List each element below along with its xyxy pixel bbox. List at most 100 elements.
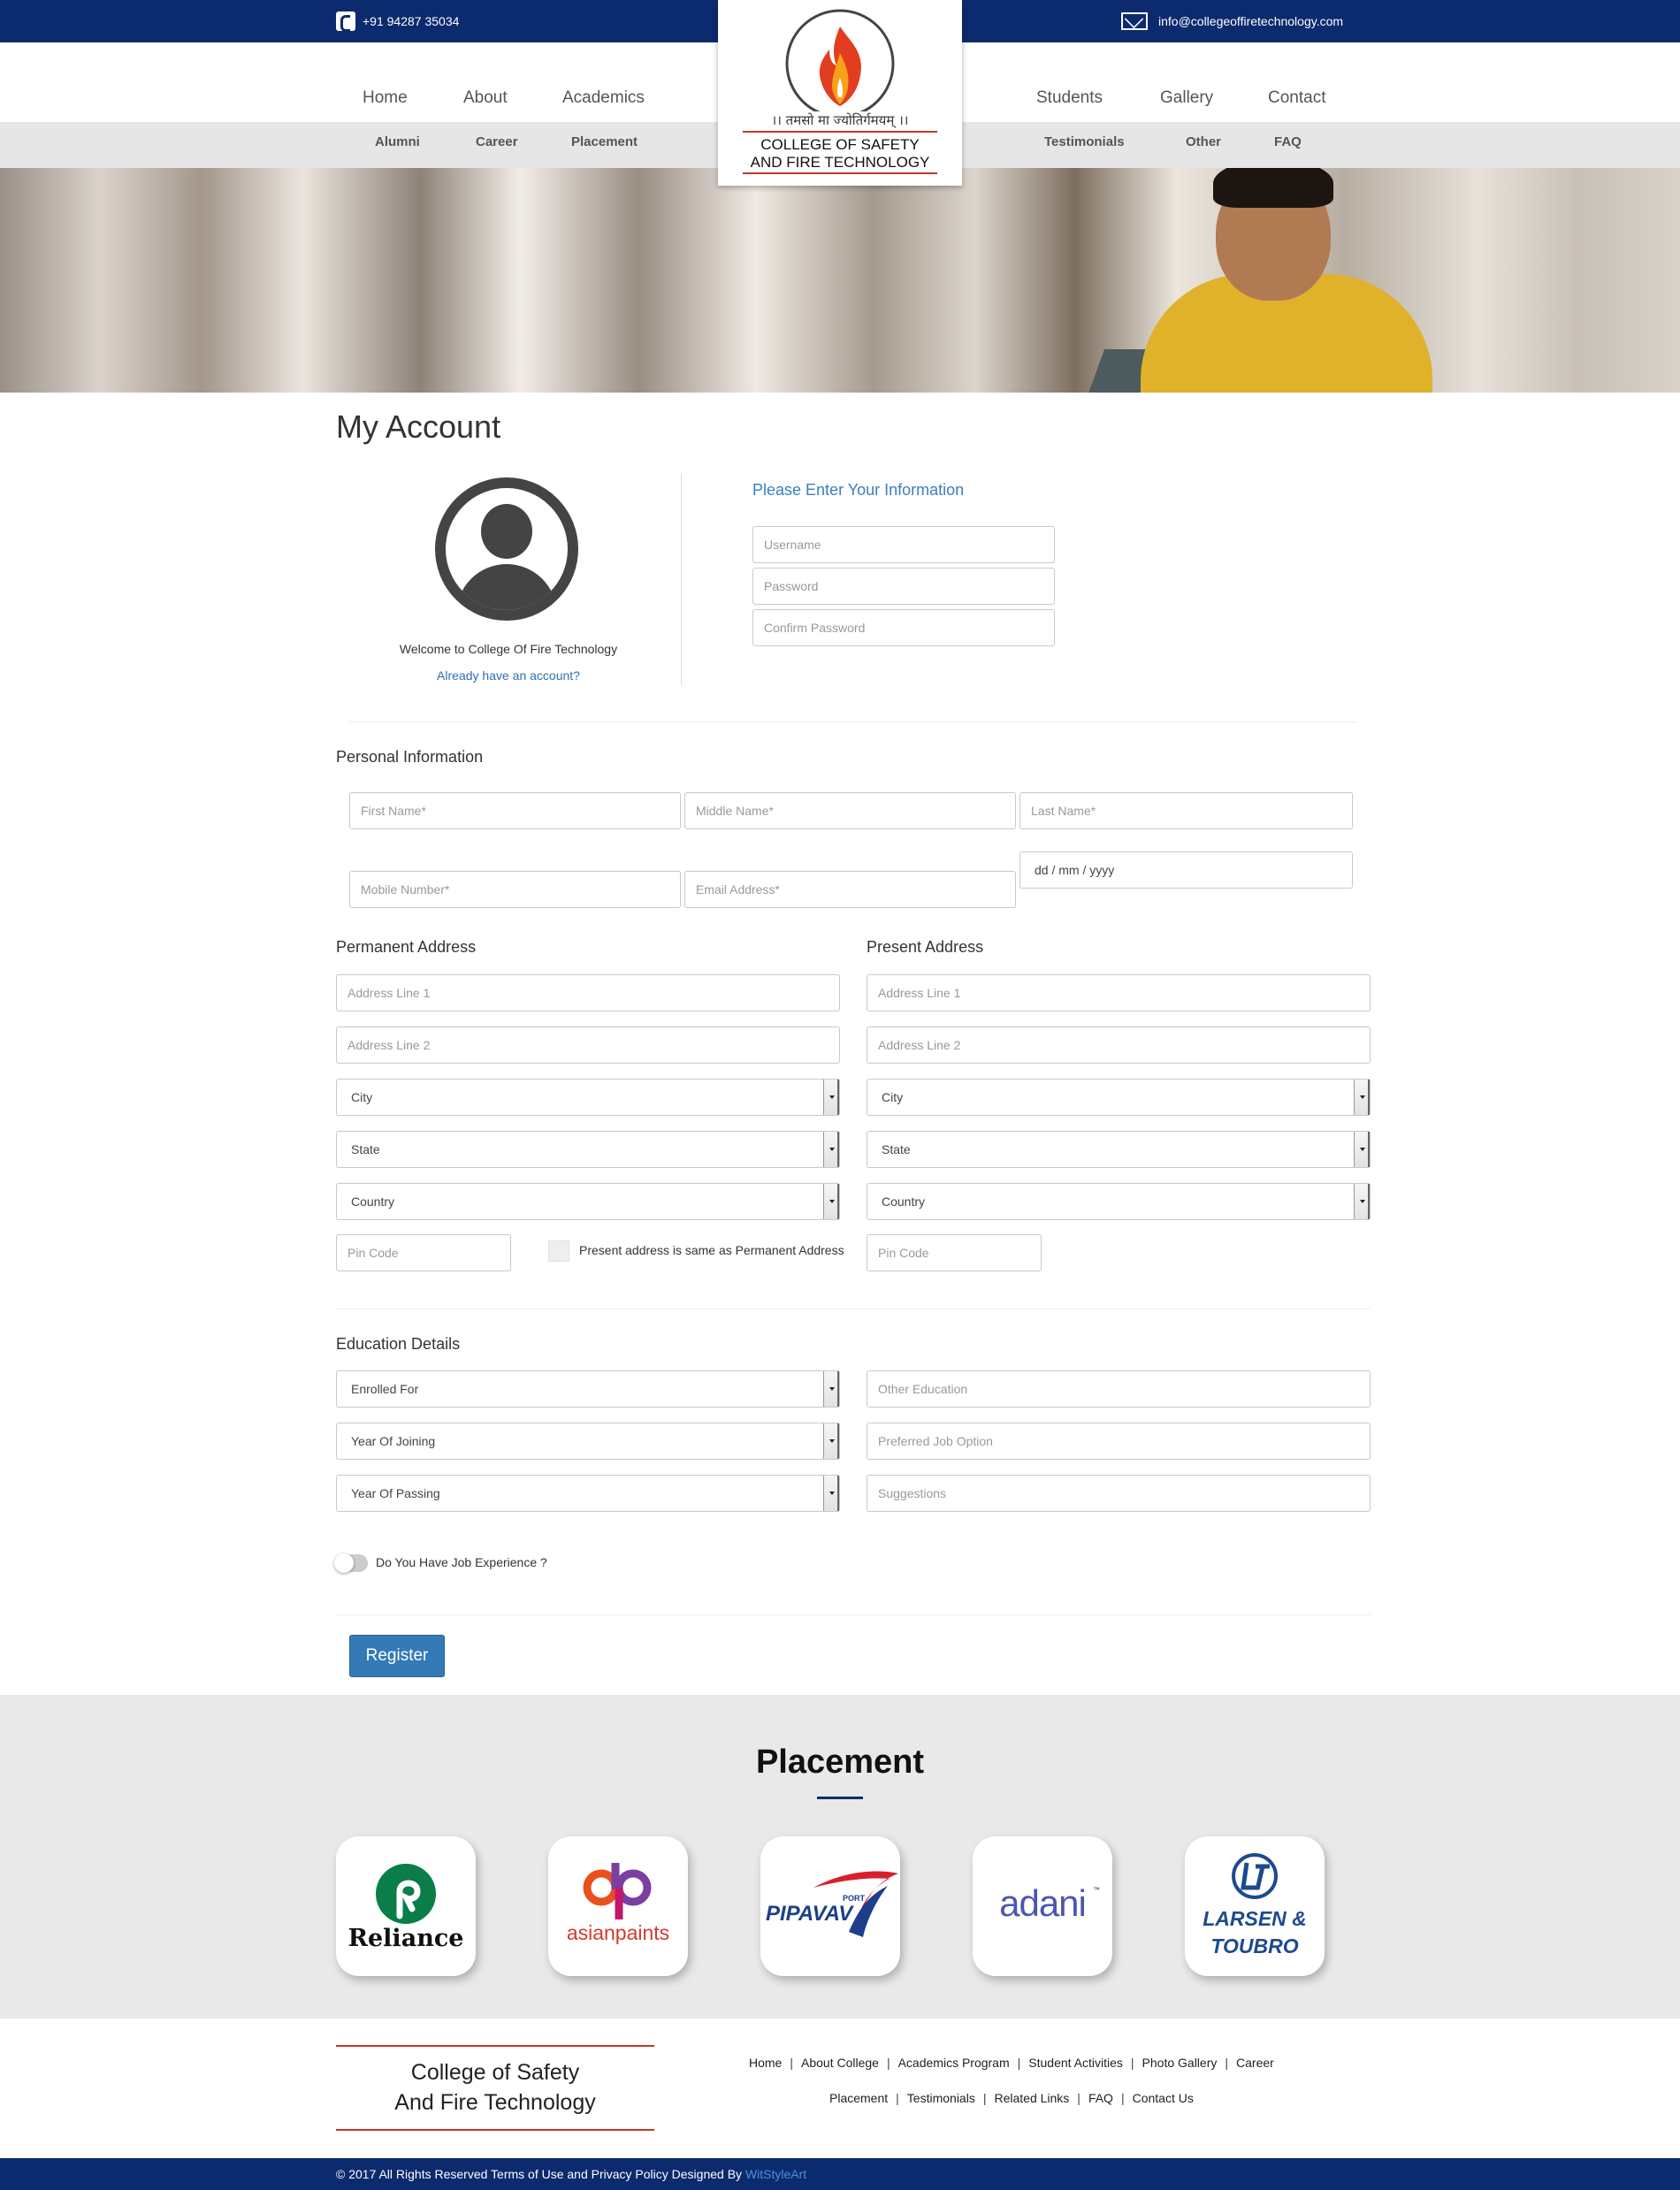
avatar-icon (435, 477, 578, 621)
placement-underline (817, 1797, 863, 1799)
login-link[interactable]: Already have an account? (336, 668, 681, 683)
footer-link-student-activities[interactable]: Student Activities (1028, 2056, 1123, 2070)
flame-emblem-icon (785, 9, 895, 111)
footer-link-home[interactable]: Home (749, 2056, 782, 2070)
welcome-text: Welcome to College Of Fire Technology (399, 642, 618, 656)
footer-links-row1: Home | About College | Academics Program | Stu… (749, 2056, 1274, 2070)
nav-about[interactable]: About (463, 88, 508, 108)
date-of-birth-input[interactable]: dd / mm / yyyy (1019, 851, 1353, 889)
footer-college-name-line1: College of Safety (410, 2060, 580, 2085)
chevron-down-icon (823, 1423, 839, 1459)
subnav-career[interactable]: Career (476, 134, 518, 149)
subnav-alumni[interactable]: Alumni (375, 134, 420, 149)
email-input[interactable]: Email Address* (684, 871, 1016, 908)
footer-link-academics-program[interactable]: Academics Program (898, 2056, 1010, 2070)
password-input[interactable]: Password (752, 568, 1055, 605)
subnav-testimonials[interactable]: Testimonials (1044, 134, 1125, 149)
reliance-logo-card[interactable]: Reliance (336, 1836, 476, 1976)
present-address-line2-input[interactable]: Address Line 2 (867, 1026, 1371, 1064)
nav-gallery[interactable]: Gallery (1160, 88, 1213, 108)
footer-college-name-line2: And Fire Technology (394, 2090, 596, 2115)
confirm-password-input[interactable]: Confirm Password (752, 609, 1055, 646)
other-education-input[interactable]: Other Education (867, 1370, 1371, 1408)
job-experience-label: Do You Have Job Experience ? (376, 1555, 547, 1569)
select-value: City (882, 1090, 904, 1104)
hero-banner (0, 168, 1680, 393)
toggle-knob (334, 1553, 354, 1573)
chevron-down-icon (823, 1371, 839, 1407)
footer-link-faq[interactable]: FAQ (1088, 2091, 1113, 2105)
personal-info-title: Personal Information (336, 748, 484, 766)
present-city-select[interactable]: City (867, 1079, 1371, 1116)
permanent-address-line1-input[interactable]: Address Line 1 (336, 974, 840, 1011)
last-name-input[interactable]: Last Name* (1019, 792, 1353, 829)
middle-name-input[interactable]: Middle Name* (684, 792, 1016, 829)
present-country-select[interactable]: Country (867, 1183, 1371, 1220)
nav-home[interactable]: Home (363, 88, 408, 108)
select-value: Country (882, 1194, 926, 1209)
subnav-placement[interactable]: Placement (571, 134, 638, 149)
permanent-city-select[interactable]: City (336, 1079, 840, 1116)
chevron-down-icon (1354, 1184, 1370, 1219)
pipavav-logo-card[interactable]: PORT PIPAVAV (760, 1836, 900, 1976)
larsen-toubro-logo-card[interactable]: LARSEN & TOUBRO (1185, 1836, 1325, 1976)
reliance-logo-icon (376, 1864, 436, 1924)
footer-title-divider (336, 2129, 654, 2131)
subnav-faq[interactable]: FAQ (1274, 134, 1302, 149)
permanent-country-select[interactable]: Country (336, 1183, 840, 1220)
chevron-down-icon (823, 1476, 839, 1511)
footer-link-about-college[interactable]: About College (801, 2056, 879, 2070)
year-of-passing-select[interactable]: Year Of Passing (336, 1475, 840, 1512)
nav-contact[interactable]: Contact (1268, 88, 1325, 108)
adani-logo-card[interactable]: adani ™ (973, 1836, 1112, 1976)
footer-link-placement[interactable]: Placement (829, 2091, 888, 2105)
present-address-line1-input[interactable]: Address Line 1 (867, 974, 1371, 1011)
chevron-down-icon (1354, 1080, 1370, 1115)
page-title: My Account (336, 408, 501, 445)
nav-academics[interactable]: Academics (562, 88, 645, 108)
register-button[interactable]: Register (349, 1635, 445, 1677)
adani-tm: ™ (1093, 1886, 1100, 1894)
college-logo[interactable]: ।। तमसो मा ज्योतिर्गमयम् ।। COLLEGE OF S… (718, 0, 962, 186)
phone-contact[interactable]: +91 94287 35034 (336, 11, 459, 32)
footer-links-row2: Placement | Testimonials | Related Links | FAQ… (829, 2091, 1194, 2105)
placement-title: Placement (755, 1744, 925, 1781)
logo-name-line2: AND FIRE TECHNOLOGY (750, 154, 930, 171)
footer-link-career[interactable]: Career (1236, 2056, 1274, 2070)
first-name-input[interactable]: First Name* (349, 792, 681, 829)
select-value: Enrolled For (351, 1382, 419, 1396)
permanent-address-line2-input[interactable]: Address Line 2 (336, 1026, 840, 1064)
permanent-pin-input[interactable]: Pin Code (336, 1234, 511, 1271)
reliance-wordmark: Reliance (347, 1925, 464, 1952)
username-input[interactable]: Username (752, 526, 1055, 563)
footer-link-testimonials[interactable]: Testimonials (907, 2091, 975, 2105)
select-value: State (882, 1142, 911, 1156)
email-contact[interactable]: info@collegeoffiretechnology.com (1121, 11, 1343, 32)
chevron-down-icon (823, 1132, 839, 1167)
asianpaints-logo-card[interactable]: asianpaints (548, 1836, 688, 1976)
pipavav-wordmark: PIPAVAV (766, 1902, 853, 1926)
copyright-label: © 2017 All Rights Reserved Terms of Use … (336, 2167, 743, 2181)
footer-link-contact-us[interactable]: Contact Us (1133, 2091, 1194, 2105)
preferred-job-input[interactable]: Preferred Job Option (867, 1423, 1371, 1460)
account-form-heading: Please Enter Your Information (752, 481, 965, 499)
nav-students[interactable]: Students (1036, 88, 1103, 108)
select-value: Year Of Passing (351, 1486, 440, 1500)
mobile-input[interactable]: Mobile Number* (349, 871, 681, 908)
footer-link-photo-gallery[interactable]: Photo Gallery (1142, 2056, 1218, 2070)
present-pin-input[interactable]: Pin Code (867, 1234, 1042, 1271)
asianpaints-logo-icon (583, 1863, 652, 1919)
designer-link[interactable]: WitStyleArt (745, 2167, 806, 2181)
section-divider (336, 1614, 1371, 1615)
footer-title-divider (336, 2045, 654, 2047)
job-experience-toggle[interactable] (334, 1553, 368, 1573)
present-state-select[interactable]: State (867, 1131, 1371, 1168)
phone-number: +91 94287 35034 (363, 14, 460, 28)
subnav-other[interactable]: Other (1186, 134, 1221, 149)
year-of-joining-select[interactable]: Year Of Joining (336, 1423, 840, 1460)
permanent-state-select[interactable]: State (336, 1131, 840, 1168)
suggestions-input[interactable]: Suggestions (867, 1475, 1371, 1512)
footer-link-related-links[interactable]: Related Links (994, 2091, 1069, 2105)
same-address-checkbox[interactable] (548, 1240, 569, 1262)
enrolled-for-select[interactable]: Enrolled For (336, 1370, 840, 1408)
